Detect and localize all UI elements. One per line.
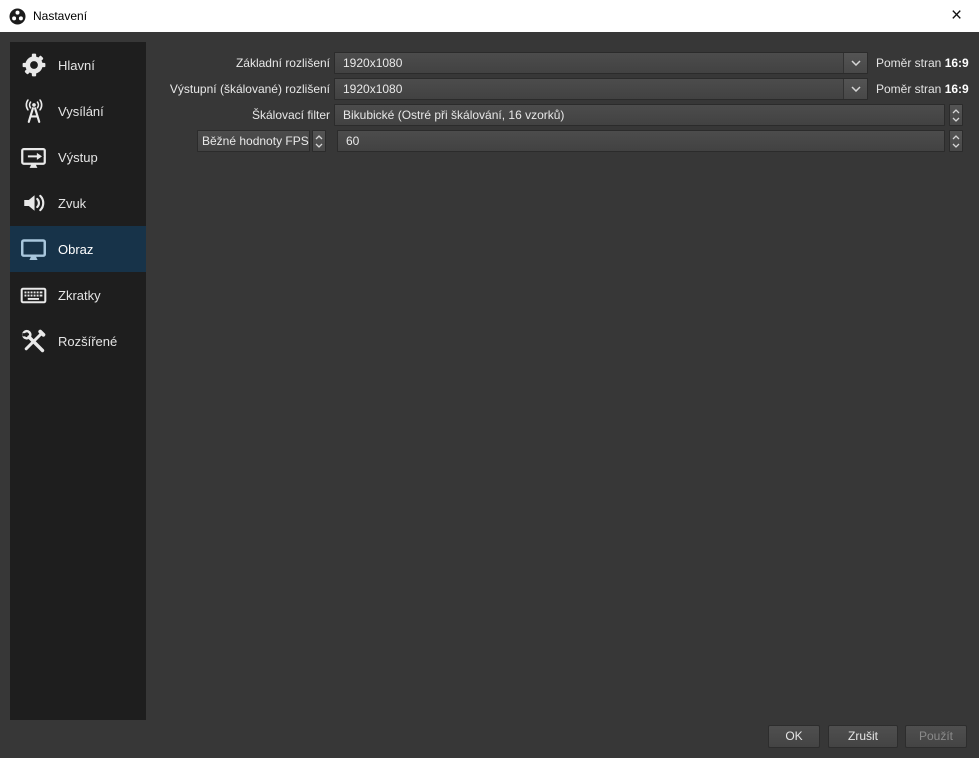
monitor-arrow-icon bbox=[20, 144, 47, 171]
aspect-value: 16:9 bbox=[944, 82, 969, 96]
fps-type-select[interactable]: Běžné hodnoty FPS bbox=[197, 130, 310, 152]
fps-value: 60 bbox=[346, 134, 360, 148]
sidebar-item-label: Obraz bbox=[58, 241, 94, 257]
chevron-down-icon bbox=[315, 143, 323, 148]
scale-filter-select[interactable]: Bikubické (Ostré při škálování, 16 vzork… bbox=[334, 104, 945, 126]
chevron-down-icon bbox=[843, 79, 867, 99]
chevron-down-icon bbox=[952, 117, 960, 122]
monitor-icon bbox=[20, 236, 47, 263]
fps-value-select[interactable]: 60 bbox=[337, 130, 945, 152]
sidebar-item-label: Výstup bbox=[58, 149, 98, 165]
sidebar-item-label: Zvuk bbox=[58, 195, 87, 211]
aspect-label: Poměr stran bbox=[876, 82, 942, 96]
sidebar-item-label: Zkratky bbox=[58, 287, 101, 303]
ok-button[interactable]: OK bbox=[768, 725, 820, 748]
scale-filter-value: Bikubické (Ostré při škálování, 16 vzork… bbox=[343, 108, 565, 122]
chevron-down-icon bbox=[952, 143, 960, 148]
base-aspect-ratio: Poměr stran 16:9 bbox=[876, 52, 969, 74]
chevron-up-icon bbox=[315, 134, 323, 139]
sidebar-item-label: Rozšířené bbox=[58, 333, 118, 349]
sidebar-item-advanced[interactable]: Rozšířené bbox=[10, 318, 146, 364]
tools-icon bbox=[20, 328, 47, 355]
chevron-up-icon bbox=[952, 108, 960, 113]
base-resolution-value: 1920x1080 bbox=[343, 56, 403, 70]
output-resolution-label: Výstupní (škálované) rozlišení bbox=[169, 82, 330, 96]
aspect-label: Poměr stran bbox=[876, 56, 942, 70]
fps-type-value: Běžné hodnoty FPS bbox=[202, 134, 309, 148]
scale-filter-label: Škálovací filter bbox=[251, 108, 330, 122]
sidebar-item-video[interactable]: Obraz bbox=[10, 226, 146, 272]
settings-window: Nastavení × Hlavní Vysílání Výstup Zvuk … bbox=[0, 0, 979, 758]
settings-content: Hlavní Vysílání Výstup Zvuk Obraz Zkratk… bbox=[0, 32, 979, 758]
base-resolution-select[interactable]: 1920x1080 bbox=[334, 52, 868, 74]
settings-nav: Hlavní Vysílání Výstup Zvuk Obraz Zkratk… bbox=[10, 42, 146, 720]
output-aspect-ratio: Poměr stran 16:9 bbox=[876, 78, 969, 100]
sidebar-item-audio[interactable]: Zvuk bbox=[10, 180, 146, 226]
sidebar-item-hotkeys[interactable]: Zkratky bbox=[10, 272, 146, 318]
output-resolution-value: 1920x1080 bbox=[343, 82, 403, 96]
obs-logo-icon bbox=[9, 8, 26, 24]
fps-type-spinner[interactable] bbox=[312, 130, 326, 152]
output-resolution-select[interactable]: 1920x1080 bbox=[334, 78, 868, 100]
speaker-icon bbox=[20, 190, 47, 217]
fps-value-spinner[interactable] bbox=[949, 130, 963, 152]
apply-button[interactable]: Použít bbox=[905, 725, 967, 748]
sidebar-item-output[interactable]: Výstup bbox=[10, 134, 146, 180]
base-resolution-label: Základní rozlišení bbox=[235, 56, 330, 70]
titlebar: Nastavení × bbox=[0, 0, 979, 32]
window-title: Nastavení bbox=[33, 9, 88, 23]
keyboard-icon bbox=[20, 282, 47, 309]
cancel-button[interactable]: Zrušit bbox=[828, 725, 898, 748]
scale-filter-spinner[interactable] bbox=[949, 104, 963, 126]
chevron-down-icon bbox=[843, 53, 867, 73]
aspect-value: 16:9 bbox=[944, 56, 969, 70]
chevron-up-icon bbox=[952, 134, 960, 139]
close-button[interactable]: × bbox=[934, 0, 979, 31]
